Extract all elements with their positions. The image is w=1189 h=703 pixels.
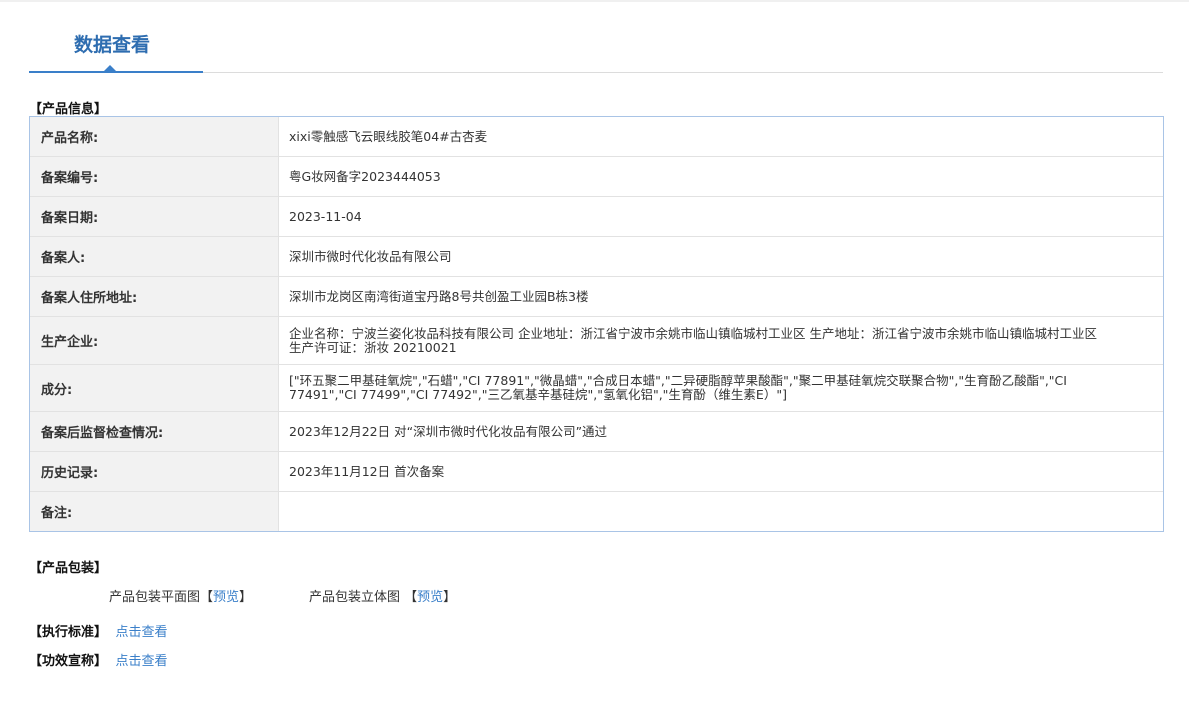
table-row: 备案人: 深圳市微时代化妆品有限公司 <box>30 237 1163 277</box>
efficacy-title: 【功效宣称】 <box>29 654 108 669</box>
packaging-solid-preview-link[interactable]: 预览 <box>417 590 443 605</box>
row-value-ingredients: ["环五聚二甲基硅氧烷","石蜡","CI 77891","微晶蜡","合成日本… <box>289 373 1067 402</box>
table-row: 备案编号: 粤G妆网备字2023444053 <box>30 157 1163 197</box>
product-info-table: 产品名称: xixi零触感飞云眼线胶笔04#古杏麦 备案编号: 粤G妆网备字20… <box>29 116 1164 532</box>
table-row: 备案人住所地址: 深圳市龙岗区南湾街道宝丹路8号共创盈工业园B栋3楼 <box>30 277 1163 317</box>
efficacy-view-link[interactable]: 点击查看 <box>116 654 168 669</box>
row-label-record-date: 备案日期: <box>30 197 279 236</box>
table-row: 产品名称: xixi零触感飞云眼线胶笔04#古杏麦 <box>30 117 1163 157</box>
bracket-close: 】 <box>239 590 253 605</box>
row-label-registrant-address: 备案人住所地址: <box>30 277 279 316</box>
packaging-solid-label: 产品包装立体图 <box>309 590 401 605</box>
tab-bar: 数据查看 <box>29 0 1163 73</box>
table-row: 备注: <box>30 492 1163 531</box>
row-value-remarks <box>279 492 1163 531</box>
row-label-ingredients: 成分: <box>30 365 279 411</box>
row-label-remarks: 备注: <box>30 492 279 531</box>
standard-row: 【执行标准】 点击查看 <box>29 621 168 640</box>
row-label-registrant: 备案人: <box>30 237 279 276</box>
table-row: 备案后监督检查情况: 2023年12月22日 对“深圳市微时代化妆品有限公司”通… <box>30 412 1163 452</box>
bracket-open: 【 <box>400 590 418 605</box>
row-label-product-name: 产品名称: <box>30 117 279 156</box>
row-value-manufacturer: 企业名称：宁波兰姿化妆品科技有限公司 企业地址：浙江省宁波市余姚市临山镇临城村工… <box>289 325 1097 355</box>
packaging-solid: 产品包装立体图 【预览】 <box>309 586 456 605</box>
standard-view-link[interactable]: 点击查看 <box>116 625 168 640</box>
table-row: 备案日期: 2023-11-04 <box>30 197 1163 237</box>
bracket-close: 】 <box>443 590 457 605</box>
bracket-open: 【 <box>200 590 214 605</box>
packaging-flat-label: 产品包装平面图 <box>109 590 201 605</box>
product-info-title: 【产品信息】 <box>29 102 108 117</box>
table-row: 成分: ["环五聚二甲基硅氧烷","石蜡","CI 77891","微晶蜡","… <box>30 365 1163 412</box>
row-label-manufacturer: 生产企业: <box>30 317 279 364</box>
tab-data-view-label: 数据查看 <box>74 34 151 56</box>
tab-data-view[interactable]: 数据查看 <box>29 0 203 73</box>
row-value-registrant-address: 深圳市龙岗区南湾街道宝丹路8号共创盈工业园B栋3楼 <box>289 288 589 304</box>
tab-active-underline <box>29 71 203 73</box>
row-value-history: 2023年11月12日 首次备案 <box>289 463 445 479</box>
packaging-title: 【产品包装】 <box>29 561 108 576</box>
row-value-record-number: 粤G妆网备字2023444053 <box>289 168 441 184</box>
row-label-history: 历史记录: <box>30 452 279 491</box>
row-value-product-name: xixi零触感飞云眼线胶笔04#古杏麦 <box>289 128 488 144</box>
packaging-flat: 产品包装平面图【预览】 <box>109 586 252 605</box>
packaging-flat-preview-link[interactable]: 预览 <box>213 590 239 605</box>
row-value-registrant: 深圳市微时代化妆品有限公司 <box>289 248 452 264</box>
row-label-record-number: 备案编号: <box>30 157 279 196</box>
row-value-inspection: 2023年12月22日 对“深圳市微时代化妆品有限公司”通过 <box>289 423 608 439</box>
table-row: 生产企业: 企业名称：宁波兰姿化妆品科技有限公司 企业地址：浙江省宁波市余姚市临… <box>30 317 1163 365</box>
standard-title: 【执行标准】 <box>29 625 108 640</box>
efficacy-row: 【功效宣称】 点击查看 <box>29 650 168 669</box>
row-label-inspection: 备案后监督检查情况: <box>30 412 279 451</box>
table-row: 历史记录: 2023年11月12日 首次备案 <box>30 452 1163 492</box>
row-value-record-date: 2023-11-04 <box>289 208 362 224</box>
